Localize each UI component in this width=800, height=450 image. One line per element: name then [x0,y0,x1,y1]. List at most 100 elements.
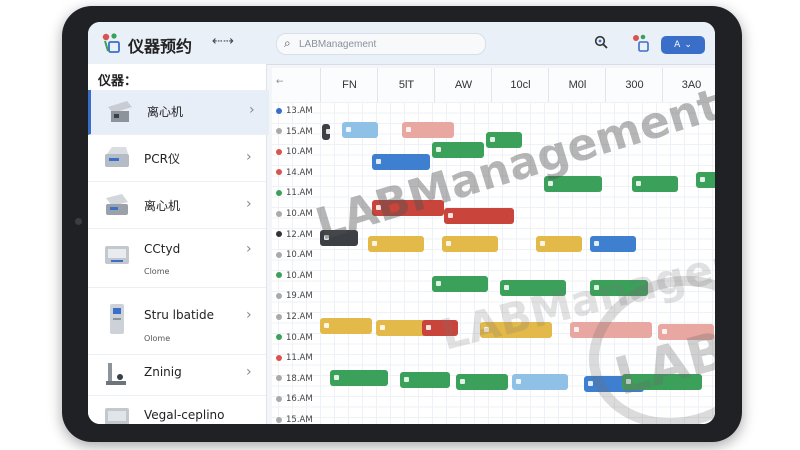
booking-block[interactable] [456,374,508,390]
booking-block[interactable] [500,280,566,296]
back-arrow-icon[interactable]: ← [276,77,284,87]
booking-icon [446,241,451,246]
time-label: 10.AM [286,332,313,343]
analyzer-icon [110,304,124,334]
booking-block[interactable] [512,374,568,390]
booking-icon [376,159,381,164]
time-slot-label: 10.AM [276,333,313,345]
status-dot-icon [276,292,282,299]
booking-icon [548,181,553,186]
booking-block[interactable] [544,176,602,192]
user-menu-button[interactable]: A ⌄ [661,36,705,54]
booking-block[interactable] [486,132,522,148]
booking-block[interactable] [320,230,358,246]
sidebar-item-vegal[interactable]: Vegal-ceplino [88,396,266,424]
instrument-sidebar: 仪器： 离心机 › PCR仪 › 离心机 › CCtyd Clome › Str… [88,64,269,424]
booking-block[interactable] [622,374,702,390]
booking-block[interactable] [400,372,450,388]
time-label: 10.AM [286,250,313,261]
sidebar-item-centrifuge[interactable]: 离心机 › [88,90,269,135]
booking-block[interactable] [444,208,514,224]
day-header[interactable]: 3A0 [662,68,715,102]
time-slot-label: 16.AM [276,394,313,406]
search-box[interactable]: ⌕ [276,33,486,55]
chevron-right-icon: › [249,102,255,118]
status-dot-icon [276,251,282,258]
sidebar-item-label: Zninig [144,365,182,379]
search-input[interactable] [299,36,479,52]
booking-icon [636,181,641,186]
sidebar-item-pcr[interactable]: PCR仪 › [88,135,266,182]
time-slot-label: 19.AM [276,291,313,303]
incubator-icon [105,246,129,264]
time-slot-label: 12.AM [276,230,313,242]
pcr-machine-icon [105,147,129,167]
time-slot-label: 18.AM [276,374,313,386]
sidebar-item-centrifuge-2[interactable]: 离心机 › [88,182,266,229]
day-header[interactable]: 5lT [377,68,435,102]
booking-block[interactable] [402,122,454,138]
booking-block[interactable] [442,236,498,252]
sidebar-item-cctyd[interactable]: CCtyd Clome › [88,229,266,288]
day-header[interactable]: FN [320,68,378,102]
booking-icon [484,327,489,332]
booking-block[interactable] [320,318,372,334]
chevron-right-icon: › [246,307,252,323]
calendar-corner: ← [272,68,320,102]
sidebar-item-subtitle: Olome [144,334,171,343]
status-dot-icon [276,375,282,382]
booking-block[interactable] [570,322,652,338]
day-header[interactable]: 10cl [491,68,549,102]
booking-block[interactable] [372,200,444,216]
centrifuge-icon [108,101,132,122]
booking-block[interactable] [480,322,552,338]
chevron-down-icon: ⌄ [684,40,692,50]
day-header[interactable]: 300 [605,68,663,102]
booking-block[interactable] [590,280,648,296]
booking-block[interactable] [342,122,378,138]
time-slot-label: 15.AM [276,415,313,424]
sidebar-item-zninig[interactable]: Zninig › [88,355,266,396]
booking-icon [406,127,411,132]
booking-icon [662,329,667,334]
time-label: 10.AM [286,270,313,281]
booking-block[interactable] [658,324,714,340]
chevron-right-icon: › [246,241,252,257]
booking-block[interactable] [330,370,388,386]
sidebar-item-label: 离心机 [144,199,181,213]
time-label: 15.AM [286,415,313,424]
sidebar-item-label: CCtyd [144,242,181,256]
booking-block[interactable] [432,276,488,292]
time-label: 11.AM [286,188,313,199]
day-header[interactable]: AW [434,68,492,102]
booking-icon [594,241,599,246]
booking-block[interactable] [432,142,484,158]
booking-icon [436,147,441,152]
zoom-search-icon[interactable] [594,35,608,49]
booking-block[interactable] [322,124,330,140]
booking-block[interactable] [368,236,424,252]
booking-block[interactable] [536,236,582,252]
time-label: 12.AM [286,229,313,240]
booking-block[interactable] [632,176,678,192]
booking-icon [490,137,495,142]
sidebar-item-strulbatide[interactable]: Stru lbatide Olome › [88,288,266,355]
time-slot-label: 15.AM [276,127,313,139]
collapse-arrows-icon[interactable]: ⇠⇢ [212,34,234,49]
top-bar: 仪器预约 ⇠⇢ ⌕ A ⌄ [88,22,715,65]
time-label: 10.AM [286,209,313,219]
sidebar-item-label: Stru lbatide [144,308,215,322]
time-label: 10.AM [286,147,313,158]
notification-logo-icon[interactable] [631,33,651,53]
time-label: 13.AM [286,106,313,116]
booking-block[interactable] [422,320,458,336]
booking-block[interactable] [590,236,636,252]
booking-icon [404,377,409,382]
chevron-right-icon: › [246,149,252,165]
booking-block[interactable] [372,154,430,170]
day-header[interactable]: M0l [548,68,606,102]
time-label: 19.AM [286,291,313,302]
chevron-right-icon: › [246,196,252,212]
status-dot-icon [276,354,282,361]
booking-block[interactable] [696,172,715,188]
